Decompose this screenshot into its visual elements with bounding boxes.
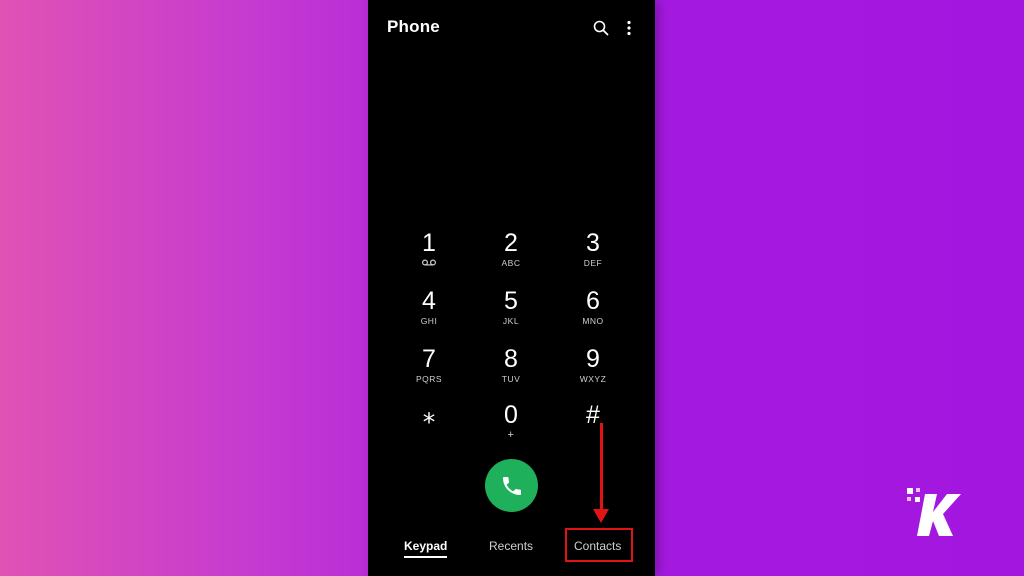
key-0[interactable]: 0 + (476, 401, 546, 451)
key-digit: 0 (504, 401, 518, 429)
key-letters: WXYZ (579, 374, 607, 384)
key-3[interactable]: 3 DEF (558, 229, 628, 279)
annotation-arrow-head (593, 509, 609, 523)
tab-label: Recents (489, 539, 534, 553)
key-digit: 6 (586, 287, 600, 315)
more-vert-icon (627, 20, 631, 36)
key-1[interactable]: 1 (394, 229, 464, 279)
annotation-highlight-box (565, 528, 633, 562)
key-letters: DEF (583, 258, 603, 268)
phone-screen: Phone 1 2 ABC 3 DEF 4 GHI 5 JKL 6 MNO 7 … (368, 0, 655, 576)
phone-icon (502, 476, 521, 495)
key-hash[interactable]: # (558, 401, 628, 451)
key-digit: # (586, 401, 600, 429)
key-7[interactable]: 7 PQRS (394, 345, 464, 395)
key-letters: ABC (501, 258, 521, 268)
knowtechie-k-logo (907, 488, 961, 536)
tab-label: Keypad (404, 539, 448, 553)
search-button[interactable] (589, 16, 613, 40)
key-digit: 2 (504, 229, 518, 257)
key-8[interactable]: 8 TUV (476, 345, 546, 395)
tab-keypad[interactable]: Keypad (404, 539, 448, 558)
annotation-arrow-line (600, 423, 603, 513)
key-digit: 3 (586, 229, 600, 257)
key-digit: 9 (586, 345, 600, 373)
key-digit: ⁎ (422, 401, 436, 429)
key-letters: GHI (420, 316, 438, 326)
key-6[interactable]: 6 MNO (558, 287, 628, 337)
key-2[interactable]: 2 ABC (476, 229, 546, 279)
key-9[interactable]: 9 WXYZ (558, 345, 628, 395)
voicemail-icon (421, 259, 437, 266)
key-letters: PQRS (415, 374, 443, 384)
key-letters: MNO (582, 316, 604, 326)
search-icon (593, 20, 609, 36)
key-letters: + (507, 429, 515, 441)
key-digit: 8 (504, 345, 518, 373)
more-options-button[interactable] (617, 16, 641, 40)
key-letters: JKL (502, 316, 520, 326)
tab-recents[interactable]: Recents (489, 539, 533, 553)
call-button[interactable] (485, 459, 538, 512)
key-digit: 4 (422, 287, 436, 315)
key-5[interactable]: 5 JKL (476, 287, 546, 337)
app-title: Phone (387, 17, 440, 36)
key-4[interactable]: 4 GHI (394, 287, 464, 337)
key-digit: 1 (422, 229, 436, 257)
key-letters: TUV (501, 374, 521, 384)
key-digit: 5 (504, 287, 518, 315)
key-star[interactable]: ⁎ (394, 401, 464, 451)
active-tab-indicator (404, 556, 448, 558)
key-digit: 7 (422, 345, 436, 373)
